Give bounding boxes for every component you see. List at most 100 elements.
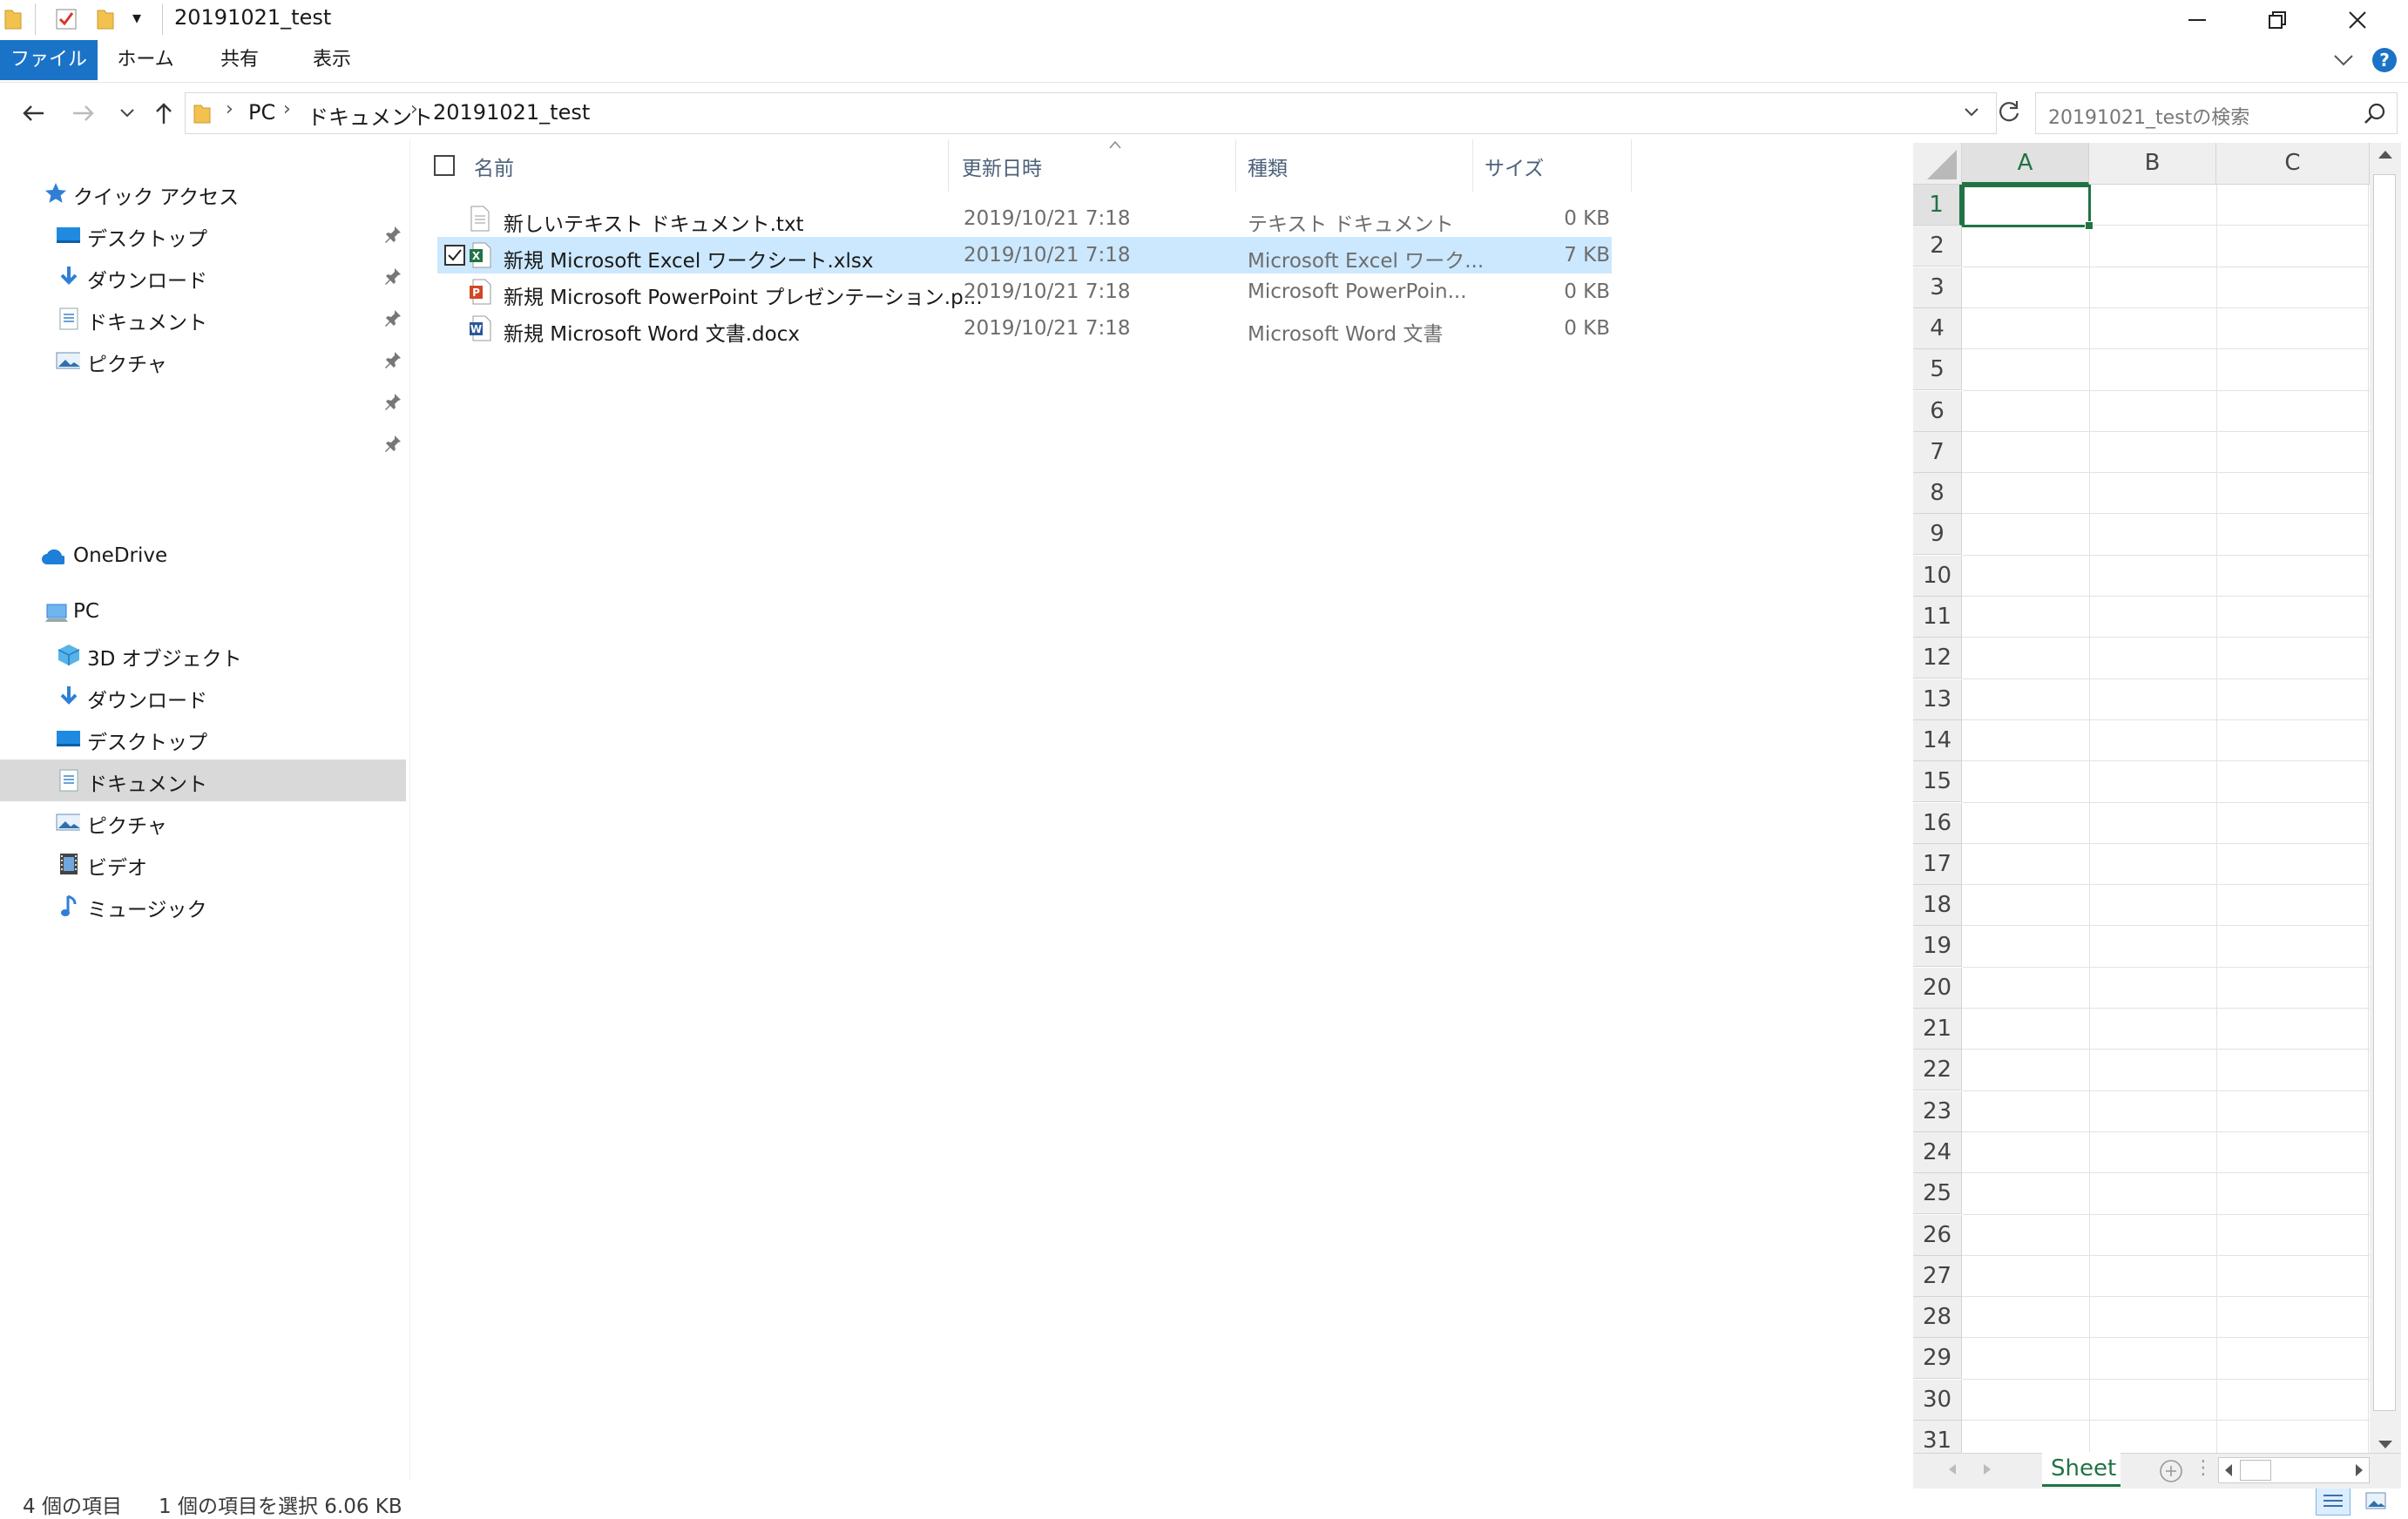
- nav-pc-videos[interactable]: ビデオ: [0, 843, 406, 885]
- horizontal-scrollbar[interactable]: [2218, 1457, 2370, 1483]
- column-header-a[interactable]: A: [1962, 143, 2089, 185]
- nav-quick-desktop[interactable]: デスクトップ: [0, 214, 406, 256]
- select-all-checkbox[interactable]: [434, 155, 455, 176]
- fill-handle[interactable]: [2085, 221, 2093, 230]
- column-header-c[interactable]: C: [2216, 143, 2370, 185]
- close-button[interactable]: [2317, 0, 2398, 40]
- row-header[interactable]: 12: [1913, 638, 1962, 679]
- breadcrumb-current-folder[interactable]: 20191021_test: [433, 100, 590, 125]
- new-folder-icon[interactable]: [96, 7, 115, 31]
- row-header[interactable]: 18: [1913, 885, 1962, 927]
- help-button[interactable]: ?: [2371, 47, 2398, 73]
- row-header[interactable]: 15: [1913, 761, 1962, 803]
- qat-customize-button[interactable]: ▾: [132, 7, 141, 28]
- search-input[interactable]: 20191021_testの検索: [2048, 102, 2249, 130]
- row-header[interactable]: 10: [1913, 555, 1962, 597]
- row-header[interactable]: 23: [1913, 1090, 1962, 1132]
- column-header-name[interactable]: 名前: [474, 152, 514, 181]
- row-header[interactable]: 28: [1913, 1297, 1962, 1339]
- nav-onedrive[interactable]: OneDrive: [0, 537, 406, 578]
- search-box[interactable]: 20191021_testの検索: [2035, 92, 2398, 134]
- nav-pc-3d-objects[interactable]: 3D オブジェクト: [0, 634, 406, 676]
- sheet-bar-splitter[interactable]: ⋮: [2194, 1457, 2213, 1479]
- nav-quick-pictures[interactable]: ピクチャ: [0, 340, 406, 381]
- file-row[interactable]: P 新規 Microsoft PowerPoint プレゼンテーション.p...…: [437, 273, 1612, 310]
- address-bar[interactable]: › PC › ドキュメント › 20191021_test: [185, 92, 1997, 134]
- row-header[interactable]: 19: [1913, 926, 1962, 968]
- column-header-type[interactable]: 種類: [1248, 152, 1288, 181]
- nav-pc-pictures[interactable]: ピクチャ: [0, 801, 406, 843]
- row-header[interactable]: 6: [1913, 390, 1962, 432]
- row-header[interactable]: 14: [1913, 719, 1962, 761]
- ribbon-expand-button[interactable]: [2331, 49, 2356, 70]
- row-header[interactable]: 13: [1913, 678, 1962, 720]
- minimize-button[interactable]: [2157, 0, 2237, 40]
- forward-button[interactable]: [68, 98, 99, 129]
- column-header-date[interactable]: 更新日時: [962, 152, 1042, 181]
- sheet-nav-prev-button[interactable]: [1946, 1461, 1958, 1478]
- up-button[interactable]: [148, 98, 179, 129]
- nav-pc[interactable]: PC: [0, 592, 406, 634]
- nav-quick-downloads[interactable]: ダウンロード: [0, 256, 406, 298]
- breadcrumb-pc[interactable]: PC: [248, 100, 275, 125]
- back-button[interactable]: [17, 98, 49, 129]
- row-header[interactable]: 7: [1913, 431, 1962, 473]
- row-header[interactable]: 30: [1913, 1379, 1962, 1421]
- tab-home[interactable]: ホーム: [110, 40, 181, 80]
- row-header[interactable]: 24: [1913, 1131, 1962, 1173]
- column-divider[interactable]: [1631, 139, 1632, 192]
- row-header[interactable]: 3: [1913, 267, 1962, 308]
- file-row-selected[interactable]: X 新規 Microsoft Excel ワークシート.xlsx 2019/10…: [437, 237, 1612, 273]
- tab-view[interactable]: 表示: [296, 40, 368, 80]
- nav-pc-documents[interactable]: ドキュメント: [0, 760, 406, 801]
- horizontal-scroll-thumb[interactable]: [2240, 1460, 2271, 1481]
- large-icons-view-button[interactable]: [2359, 1488, 2394, 1516]
- scroll-thumb[interactable]: [2373, 174, 2396, 1411]
- row-header[interactable]: 8: [1913, 473, 1962, 515]
- active-cell-a1[interactable]: [1962, 185, 2093, 230]
- nav-quick-documents[interactable]: ドキュメント: [0, 298, 406, 340]
- restore-button[interactable]: [2237, 0, 2317, 40]
- column-header-size[interactable]: サイズ: [1485, 152, 1544, 181]
- vertical-scrollbar[interactable]: [2370, 143, 2401, 1458]
- row-header[interactable]: 2: [1913, 226, 1962, 267]
- address-dropdown-button[interactable]: [1963, 105, 1980, 119]
- row-header[interactable]: 21: [1913, 1009, 1962, 1050]
- row-checkbox-checked[interactable]: [444, 245, 465, 266]
- row-header[interactable]: 22: [1913, 1050, 1962, 1091]
- nav-pc-downloads[interactable]: ダウンロード: [0, 676, 406, 718]
- nav-pc-desktop[interactable]: デスクトップ: [0, 718, 406, 760]
- refresh-button[interactable]: [1997, 99, 2021, 124]
- row-header[interactable]: 26: [1913, 1214, 1962, 1256]
- row-header[interactable]: 29: [1913, 1338, 1962, 1380]
- recent-locations-button[interactable]: [112, 98, 143, 129]
- details-view-button[interactable]: [2316, 1488, 2351, 1516]
- sheet-nav-next-button[interactable]: [1981, 1461, 1993, 1478]
- row-header[interactable]: 5: [1913, 349, 1962, 391]
- file-row[interactable]: 新しいテキスト ドキュメント.txt 2019/10/21 7:18 テキスト …: [437, 200, 1612, 237]
- row-header[interactable]: 17: [1913, 843, 1962, 885]
- tab-file[interactable]: ファイル: [0, 40, 98, 80]
- add-sheet-button[interactable]: [2159, 1459, 2183, 1483]
- row-header[interactable]: 11: [1913, 597, 1962, 638]
- row-header[interactable]: 4: [1913, 307, 1962, 349]
- select-all-corner[interactable]: [1913, 143, 1962, 185]
- column-divider[interactable]: [1235, 139, 1236, 192]
- nav-pc-music[interactable]: ミュージック: [0, 885, 406, 927]
- sheet-tab-active[interactable]: Sheet: [2042, 1452, 2121, 1487]
- row-header[interactable]: 20: [1913, 967, 1962, 1009]
- breadcrumb-separator[interactable]: ›: [410, 98, 418, 120]
- breadcrumb-separator[interactable]: ›: [283, 98, 291, 120]
- column-header-b[interactable]: B: [2089, 143, 2216, 185]
- pane-divider[interactable]: [409, 139, 410, 1481]
- scroll-up-button[interactable]: [2375, 146, 2396, 164]
- row-header[interactable]: 1: [1913, 185, 1962, 226]
- row-header[interactable]: 27: [1913, 1255, 1962, 1297]
- column-divider[interactable]: [948, 139, 949, 192]
- tab-share[interactable]: 共有: [204, 40, 275, 80]
- scroll-down-button[interactable]: [2375, 1435, 2396, 1453]
- file-row[interactable]: W 新規 Microsoft Word 文書.docx 2019/10/21 7…: [437, 310, 1612, 347]
- column-divider[interactable]: [1472, 139, 1473, 192]
- properties-icon[interactable]: [54, 7, 78, 31]
- row-header[interactable]: 16: [1913, 802, 1962, 844]
